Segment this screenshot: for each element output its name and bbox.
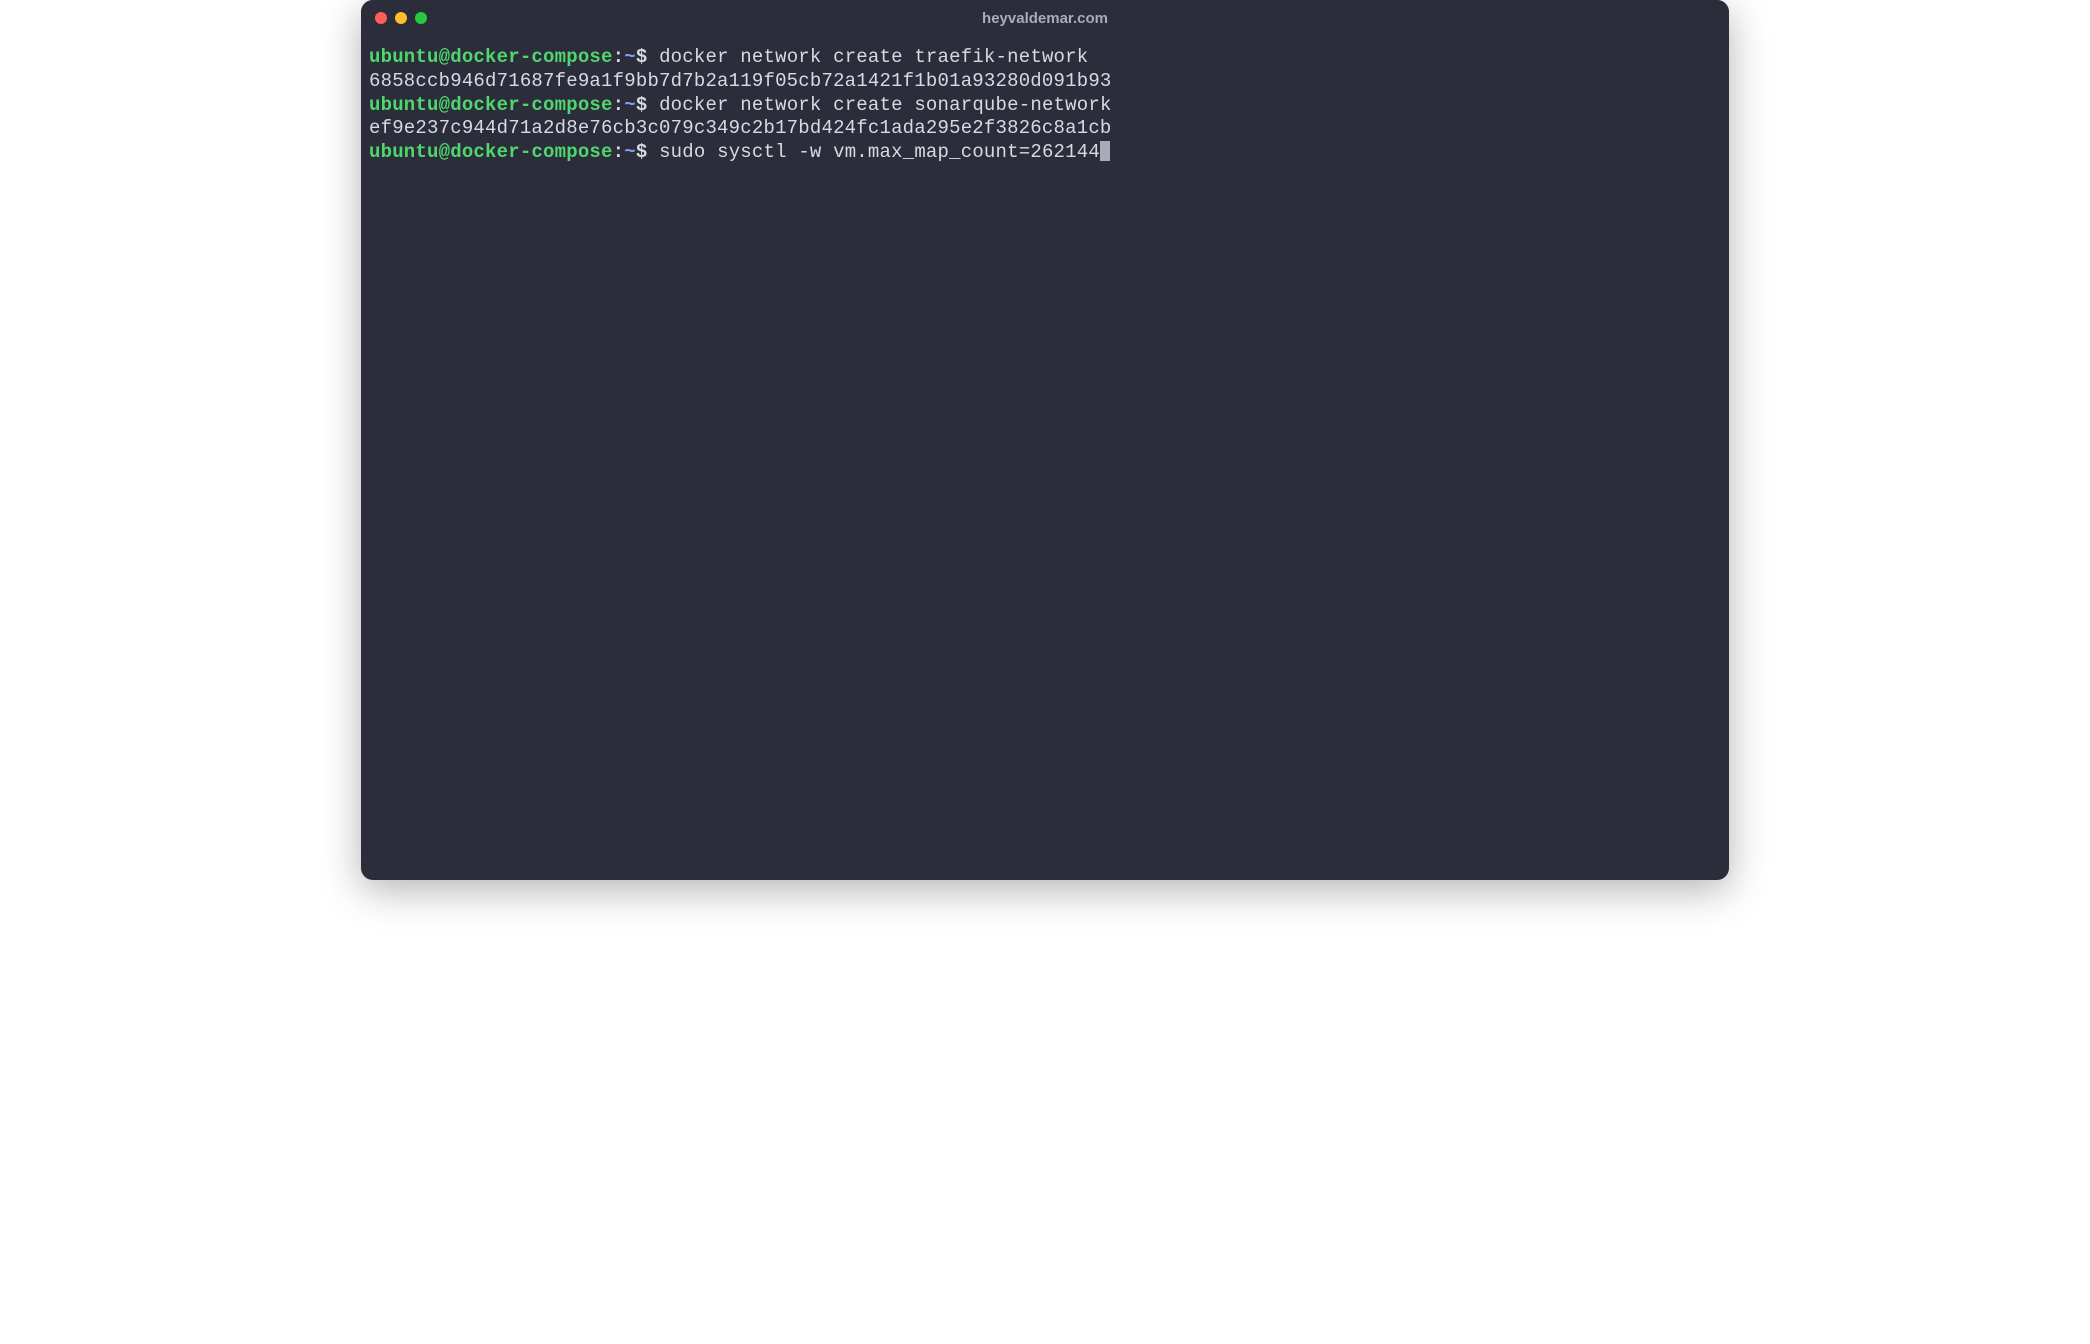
prompt-separator: : xyxy=(613,141,625,163)
terminal-line: ubuntu@docker-compose:~$ docker network … xyxy=(369,46,1721,70)
prompt-cwd: ~ xyxy=(624,141,636,163)
prompt-symbol: $ xyxy=(636,46,648,68)
terminal-window: heyvaldemar.com ubuntu@docker-compose:~$… xyxy=(361,0,1729,880)
minimize-icon[interactable] xyxy=(395,12,407,24)
command-text: docker network create traefik-network xyxy=(659,46,1088,68)
traffic-lights xyxy=(375,12,427,24)
cursor-icon xyxy=(1100,141,1110,161)
command-text: sudo sysctl -w vm.max_map_count=262144 xyxy=(659,141,1100,163)
prompt-cwd: ~ xyxy=(624,46,636,68)
maximize-icon[interactable] xyxy=(415,12,427,24)
prompt-user-host: ubuntu@docker-compose xyxy=(369,141,613,163)
terminal-body[interactable]: ubuntu@docker-compose:~$ docker network … xyxy=(361,36,1729,880)
terminal-output: 6858ccb946d71687fe9a1f9bb7d7b2a119f05cb7… xyxy=(369,70,1721,94)
prompt-cwd: ~ xyxy=(624,94,636,116)
terminal-line: ubuntu@docker-compose:~$ sudo sysctl -w … xyxy=(369,141,1721,165)
command-text xyxy=(647,94,659,116)
prompt-symbol: $ xyxy=(636,141,648,163)
window-title: heyvaldemar.com xyxy=(982,10,1108,27)
titlebar: heyvaldemar.com xyxy=(361,0,1729,36)
prompt-separator: : xyxy=(613,94,625,116)
command-text xyxy=(647,46,659,68)
prompt-separator: : xyxy=(613,46,625,68)
prompt-symbol: $ xyxy=(636,94,648,116)
command-text: docker network create sonarqube-network xyxy=(659,94,1111,116)
close-icon[interactable] xyxy=(375,12,387,24)
command-text xyxy=(647,141,659,163)
terminal-line: ubuntu@docker-compose:~$ docker network … xyxy=(369,94,1721,118)
prompt-user-host: ubuntu@docker-compose xyxy=(369,46,613,68)
prompt-user-host: ubuntu@docker-compose xyxy=(369,94,613,116)
terminal-output: ef9e237c944d71a2d8e76cb3c079c349c2b17bd4… xyxy=(369,117,1721,141)
